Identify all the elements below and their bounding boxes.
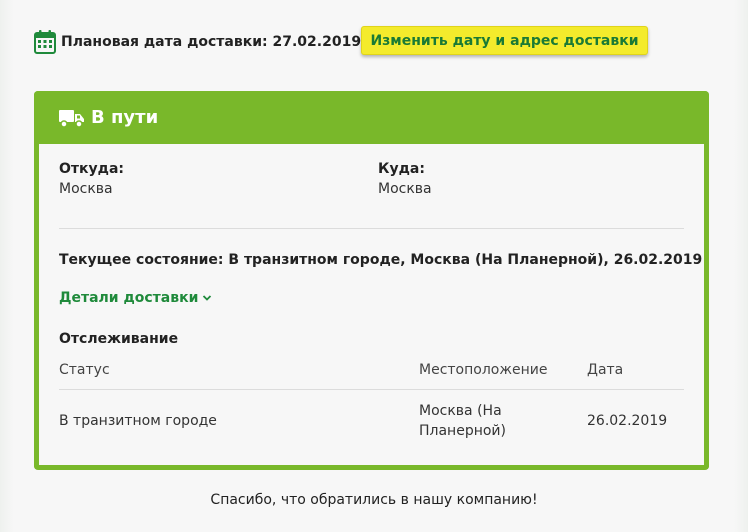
row-location-line2: Планерной) — [419, 423, 506, 439]
column-location: Местоположение — [419, 362, 548, 378]
from-label: Откуда: — [59, 161, 124, 177]
from-value: Москва — [59, 181, 113, 197]
row-date: 26.02.2019 — [587, 413, 668, 429]
column-date: Дата — [587, 362, 624, 378]
row-status: В транзитном городе — [59, 413, 217, 429]
current-state: Текущее состояние: В транзитном городе, … — [59, 252, 703, 268]
planned-delivery-date: Плановая дата доставки: 27.02.2019 — [61, 34, 362, 50]
delivery-details-link[interactable]: Детали доставки — [59, 290, 212, 306]
change-date-address-button[interactable]: Изменить дату и адрес доставки — [361, 26, 648, 55]
card-header: В пути — [34, 91, 709, 144]
table-header-divider — [59, 389, 684, 390]
card-title: В пути — [91, 107, 159, 128]
page: Плановая дата доставки: 27.02.2019 Измен… — [0, 0, 748, 532]
row-location-line1: Москва (На — [419, 403, 502, 419]
to-value: Москва — [378, 181, 432, 197]
column-status: Статус — [59, 362, 110, 378]
footer-thanks: Спасибо, что обратились в нашу компанию! — [210, 492, 538, 508]
shipment-card: В пути Откуда: Москва Куда: Москва Текущ… — [34, 91, 709, 470]
chevron-down-icon — [203, 295, 212, 301]
calendar-icon — [34, 30, 56, 54]
truck-icon — [59, 109, 84, 128]
tracking-title: Отслеживание — [59, 331, 179, 347]
delivery-details-label: Детали доставки — [59, 290, 199, 306]
to-label: Куда: — [378, 161, 425, 177]
divider — [59, 228, 684, 229]
planned-date-row: Плановая дата доставки: 27.02.2019 — [34, 28, 361, 56]
